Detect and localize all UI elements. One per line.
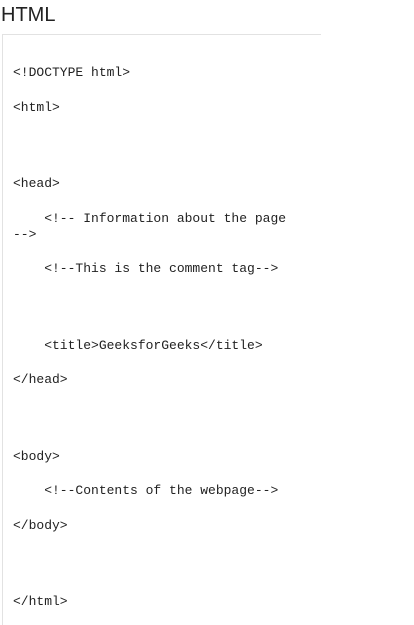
code-line-body-open: <body> bbox=[13, 449, 60, 464]
code-line-comment-tag: <!--This is the comment tag--> bbox=[13, 261, 279, 276]
code-line-comment-contents: <!--Contents of the webpage--> bbox=[13, 483, 279, 498]
code-line-comment-info-end: --> bbox=[13, 227, 37, 242]
code-line-doctype: <!DOCTYPE html> bbox=[13, 65, 131, 80]
code-line-body-close: </body> bbox=[13, 518, 68, 533]
code-line-title: <title>GeeksforGeeks</title> bbox=[13, 338, 263, 353]
code-line-head-open: <head> bbox=[13, 176, 60, 191]
code-line-html-open: <html> bbox=[13, 100, 60, 115]
code-line-head-close: </head> bbox=[13, 372, 68, 387]
code-line-html-close: </html> bbox=[13, 594, 68, 609]
section-heading: HTML bbox=[1, 4, 56, 26]
code-block: <!DOCTYPE html> <html> <head> <!-- Infor… bbox=[2, 34, 321, 625]
code-line-comment-info: <!-- Information about the page bbox=[13, 211, 287, 226]
